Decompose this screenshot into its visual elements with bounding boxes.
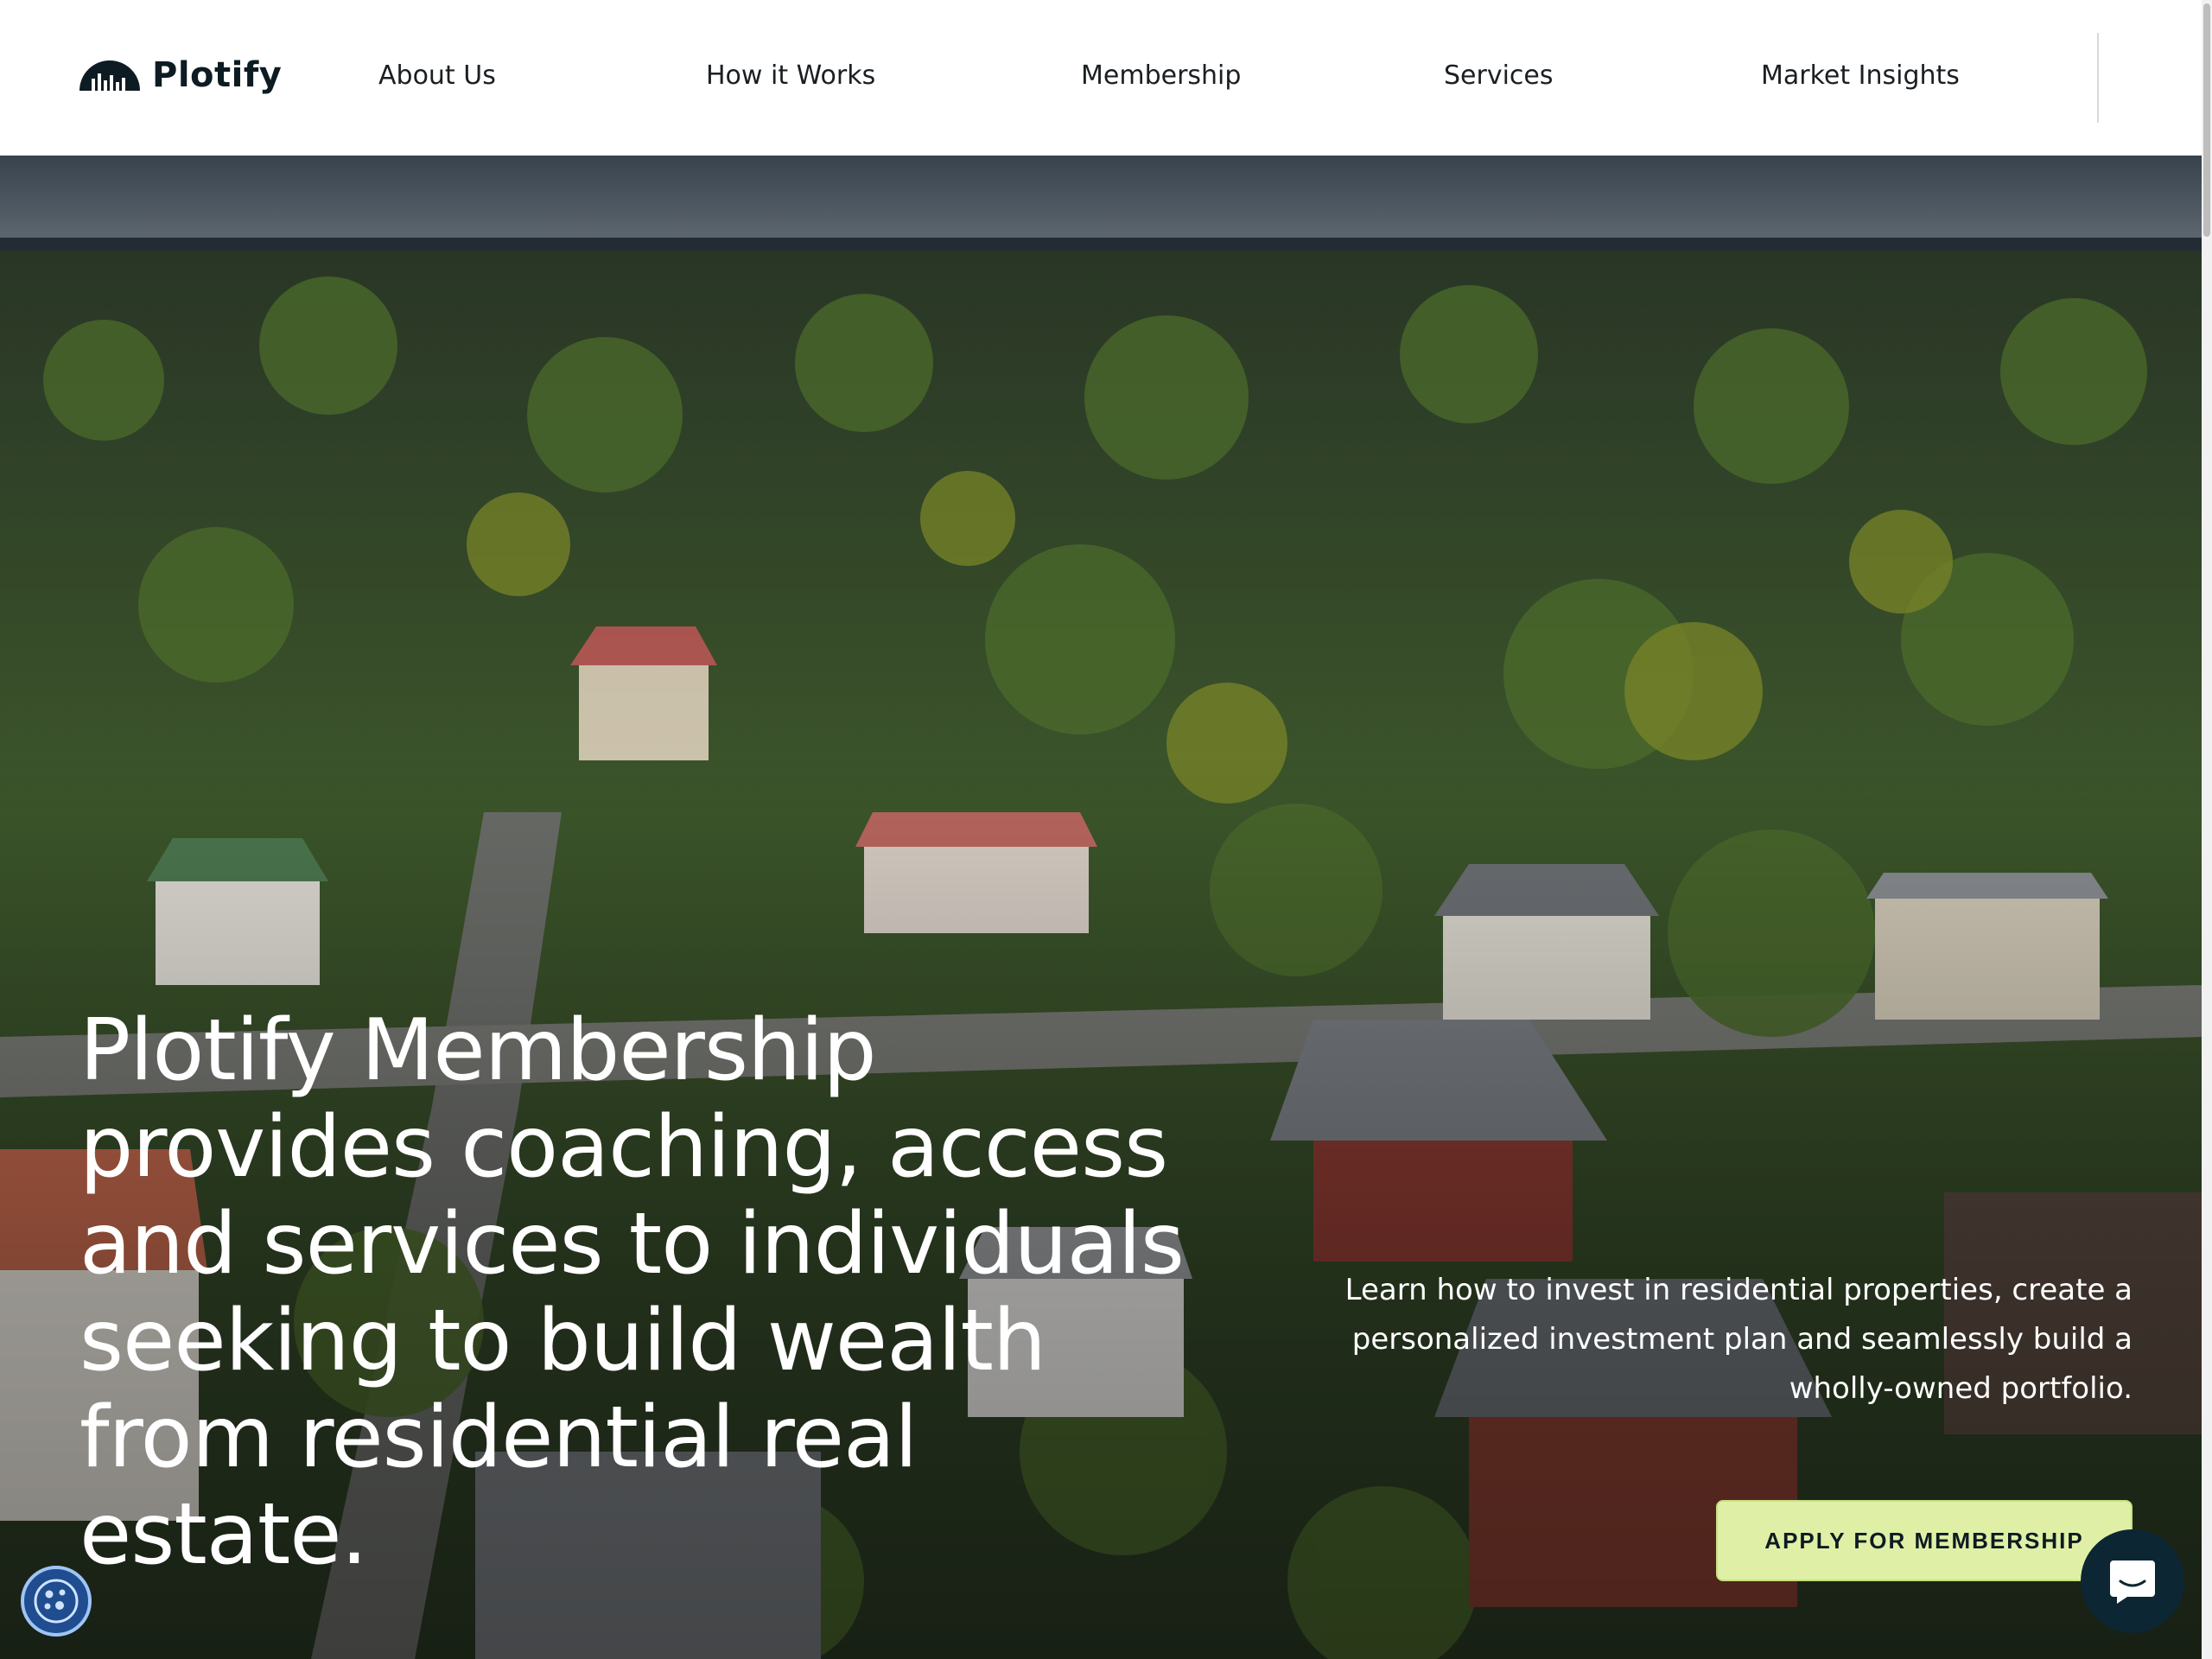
apply-for-membership-button[interactable]: APPLY FOR MEMBERSHIP bbox=[1716, 1500, 2133, 1581]
plotify-logo[interactable]: Plotify bbox=[78, 55, 282, 95]
nav-services[interactable]: Services bbox=[1444, 60, 1554, 91]
nav-membership[interactable]: Membership bbox=[1081, 60, 1241, 91]
hero-headline: Plotify Membership provides coaching, ac… bbox=[79, 1001, 1185, 1584]
hero-subtext: Learn how to invest in residential prope… bbox=[1344, 1273, 2133, 1406]
site-header: Plotify About Us How it Works Membership… bbox=[0, 0, 2202, 156]
logo-icon bbox=[79, 60, 140, 91]
nav-divider bbox=[2097, 33, 2099, 123]
cookie-settings-button[interactable] bbox=[21, 1566, 92, 1637]
nav-market-insights[interactable]: Market Insights bbox=[1761, 60, 1960, 91]
chat-button[interactable] bbox=[2081, 1529, 2184, 1633]
hero-section: Plotify Membership provides coaching, ac… bbox=[0, 156, 2202, 1659]
page-scrollbar[interactable] bbox=[2202, 0, 2212, 1659]
nav-how-it-works[interactable]: How it Works bbox=[706, 60, 875, 91]
brand-name: Plotify bbox=[152, 55, 283, 95]
cookie-settings-icon bbox=[34, 1579, 79, 1624]
nav-about-us[interactable]: About Us bbox=[378, 60, 496, 91]
scrollbar-thumb[interactable] bbox=[2203, 3, 2210, 237]
chat-bubble-icon bbox=[2110, 1560, 2155, 1604]
